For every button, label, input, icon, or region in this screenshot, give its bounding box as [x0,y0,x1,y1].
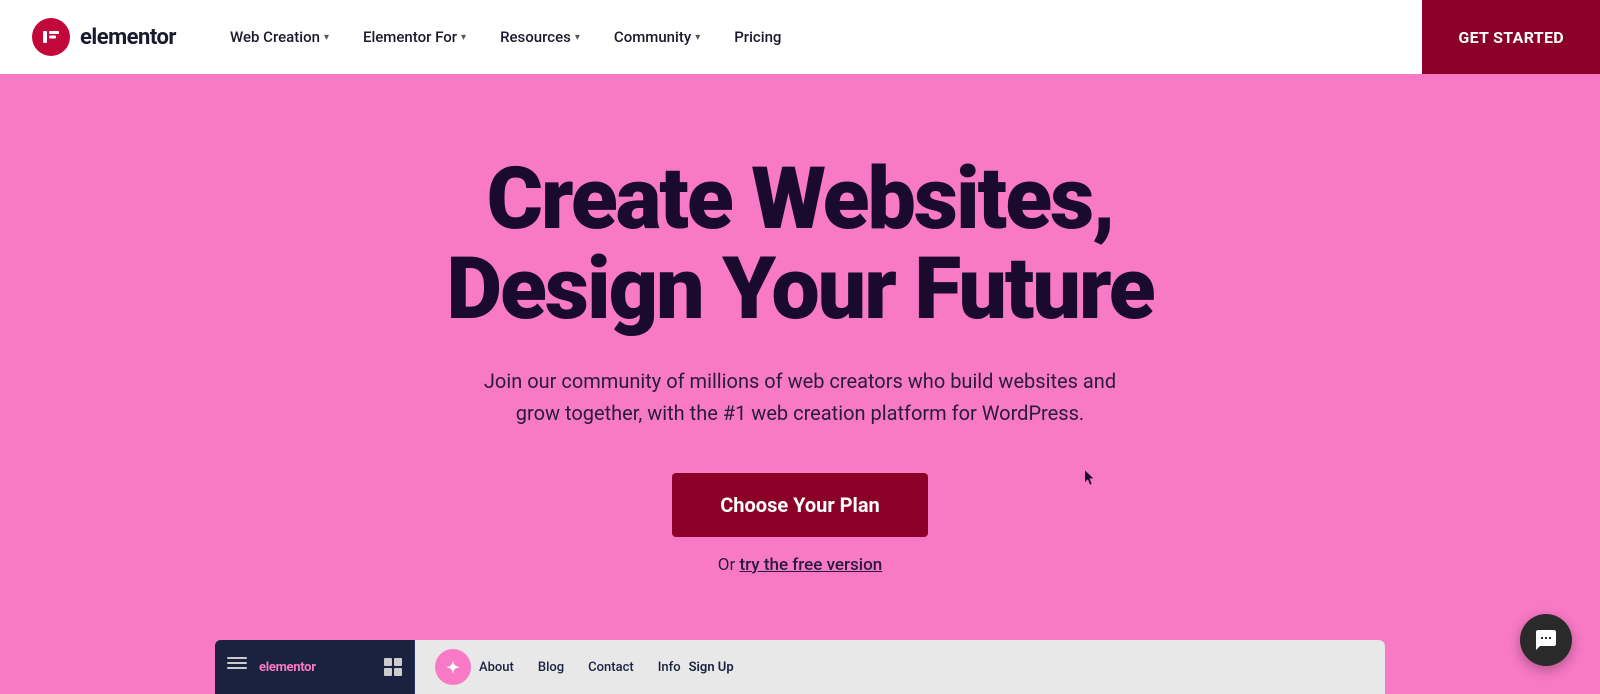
preview-nav-info: Info [658,660,681,675]
hero-title: Create Websites, Design Your Future [446,154,1153,335]
nav-community-chevron: ▾ [695,32,700,43]
nav-right: LOGIN GET STARTED [1493,20,1568,54]
hero-section: Create Websites, Design Your Future Join… [0,74,1600,694]
nav-resources-chevron: ▾ [575,32,580,43]
nav-elementor-for[interactable]: Elementor For ▾ [349,20,480,54]
nav-resources[interactable]: Resources ▾ [486,20,594,54]
hero-free-text: Or try the free version [718,555,882,575]
editor-preview: elementor ✦ About Blog Contact Info Sign… [215,640,1385,694]
nav-pricing-label: Pricing [734,28,781,46]
nav-web-creation-label: Web Creation [230,28,320,46]
free-version-link[interactable]: try the free version [739,555,882,575]
preview-content-area: ✦ About Blog Contact Info Sign Up [415,640,1385,694]
chat-icon [1534,628,1558,652]
cursor-icon [1085,470,1095,486]
preview-nav-blog: Blog [538,660,564,675]
nav-web-creation-chevron: ▾ [324,32,329,43]
preview-nav-about: About [479,660,514,675]
logo[interactable]: elementor [32,18,176,56]
logo-icon [32,18,70,56]
choose-plan-button[interactable]: Choose Your Plan [672,473,928,537]
chat-widget[interactable] [1520,614,1572,666]
nav-pricing[interactable]: Pricing [720,20,795,54]
logo-text: elementor [80,25,176,50]
hero-title-line2: Design Your Future [446,238,1153,339]
preview-logo: elementor [259,660,316,675]
hero-title-line1: Create Websites, [487,148,1114,249]
preview-nav-contact: Contact [588,660,634,675]
sidebar-menu-icon[interactable] [227,657,247,677]
nav-links: Web Creation ▾ Elementor For ▾ Resources… [216,20,1493,54]
hero-free-prefix: Or [718,555,740,575]
navbar: elementor Web Creation ▾ Elementor For ▾… [0,0,1600,74]
nav-community-label: Community [614,28,691,46]
nav-community[interactable]: Community ▾ [600,20,714,54]
preview-sidebar: elementor [215,640,415,694]
nav-elementor-for-chevron: ▾ [461,32,466,43]
sidebar-grid-icon[interactable] [384,658,402,676]
preview-nav: About Blog Contact Info [479,660,681,675]
preview-signup: Sign Up [689,660,734,675]
hero-subtitle: Join our community of millions of web cr… [460,365,1140,429]
preview-inner: ✦ About Blog Contact Info Sign Up [435,649,734,685]
nav-elementor-for-label: Elementor For [363,28,457,46]
preview-brand-icon: ✦ [435,649,471,685]
get-started-button[interactable]: GET STARTED [1422,0,1600,74]
nav-web-creation[interactable]: Web Creation ▾ [216,20,343,54]
nav-resources-label: Resources [500,28,571,46]
